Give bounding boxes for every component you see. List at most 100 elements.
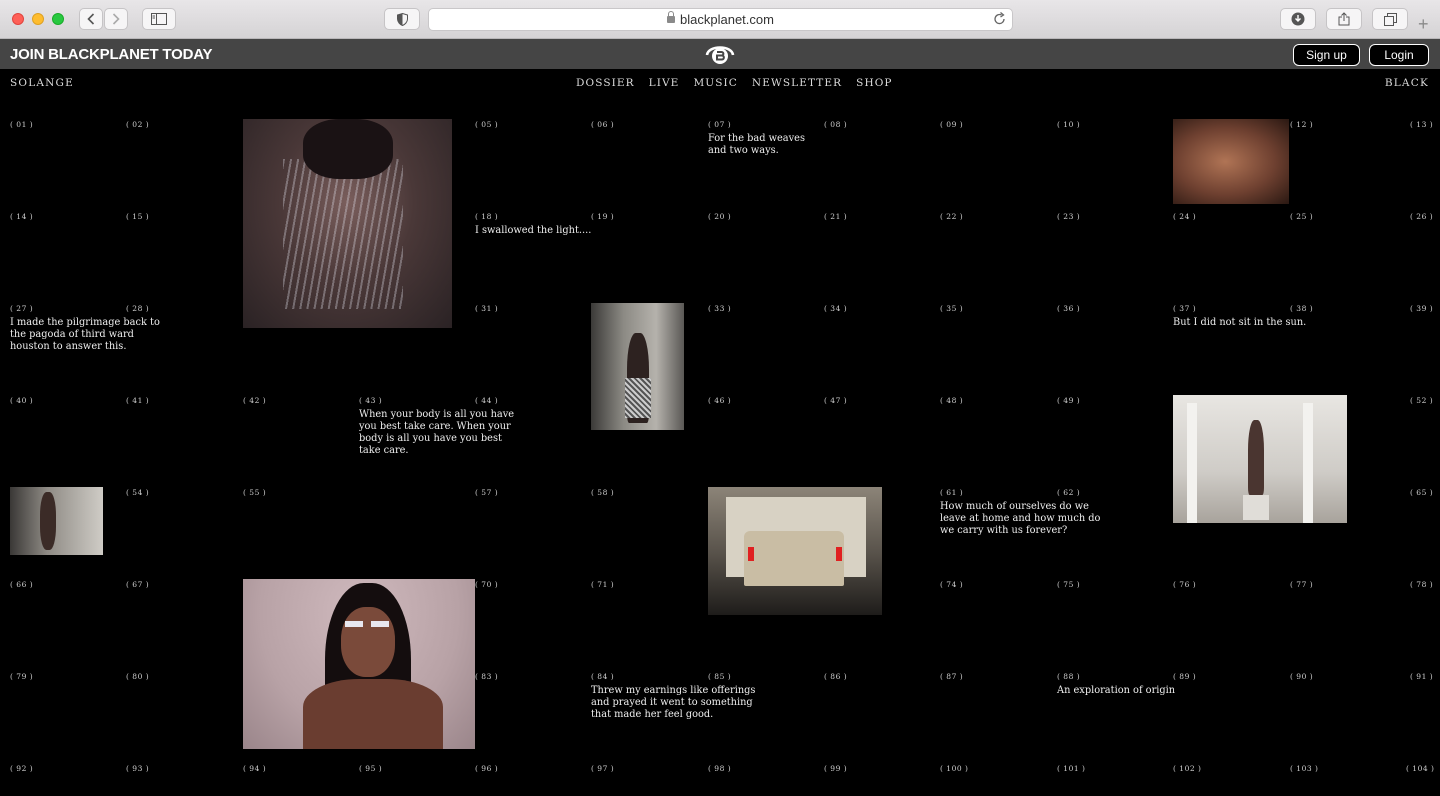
grid-number: ( 86 ): [824, 672, 848, 681]
grid-number: ( 01 ): [10, 120, 34, 129]
grid-number: ( 75 ): [1057, 580, 1081, 589]
grid-number: ( 96 ): [475, 764, 499, 773]
window-close-button[interactable]: [12, 13, 24, 25]
grid-number: ( 97 ): [591, 764, 615, 773]
photo-crystal-outfit[interactable]: [243, 119, 452, 328]
grid-number: ( 18 ): [475, 212, 499, 221]
grid-number: ( 62 ): [1057, 488, 1081, 497]
grid-number: ( 34 ): [824, 304, 848, 313]
grid-number: ( 90 ): [1290, 672, 1314, 681]
grid-number: ( 57 ): [475, 488, 499, 497]
grid-number: ( 05 ): [475, 120, 499, 129]
grid-number: ( 42 ): [243, 396, 267, 405]
grid-number: ( 47 ): [824, 396, 848, 405]
grid-number: ( 95 ): [359, 764, 383, 773]
grid-number: ( 77 ): [1290, 580, 1314, 589]
grid-number: ( 14 ): [10, 212, 34, 221]
blackplanet-logo-icon[interactable]: [704, 43, 736, 65]
back-button[interactable]: [79, 8, 103, 30]
caption-18[interactable]: I swallowed the light....: [475, 225, 591, 237]
nav-item-newsletter[interactable]: NEWSLETTER: [752, 77, 842, 89]
tabs-icon: [1383, 12, 1397, 26]
grid-number: ( 08 ): [824, 120, 848, 129]
lock-icon: [667, 11, 676, 23]
grid-number: ( 26 ): [1410, 212, 1434, 221]
forward-button[interactable]: [104, 8, 128, 30]
grid-number: ( 102 ): [1173, 764, 1202, 773]
nav-item-dossier[interactable]: DOSSIER: [576, 77, 635, 89]
grid-number: ( 27 ): [10, 304, 34, 313]
site-brand-black[interactable]: BLACK: [1385, 77, 1429, 89]
caption-88[interactable]: An exploration of origin: [1057, 685, 1175, 697]
grid-number: ( 49 ): [1057, 396, 1081, 405]
grid-number: ( 87 ): [940, 672, 964, 681]
grid-number: ( 41 ): [126, 396, 150, 405]
grid-number: ( 99 ): [824, 764, 848, 773]
photo-pedestal-pose[interactable]: [1173, 395, 1347, 523]
caption-61[interactable]: How much of ourselves do we leave at hom…: [940, 501, 1105, 537]
caption-07[interactable]: For the bad weaves and two ways.: [708, 133, 818, 157]
grid-number: ( 61 ): [940, 488, 964, 497]
grid-number: ( 85 ): [708, 672, 732, 681]
grid-number: ( 74 ): [940, 580, 964, 589]
sign-up-button[interactable]: Sign up: [1293, 44, 1360, 66]
tab-overview-button[interactable]: [1372, 8, 1408, 30]
grid-number: ( 92 ): [10, 764, 34, 773]
downloads-button[interactable]: [1280, 8, 1316, 30]
grid-number: ( 70 ): [475, 580, 499, 589]
login-button[interactable]: Login: [1369, 44, 1429, 66]
share-button[interactable]: [1326, 8, 1362, 30]
grid-number: ( 67 ): [126, 580, 150, 589]
photo-standing-doorway[interactable]: [591, 303, 684, 430]
site-brand-solange[interactable]: SOLANGE: [10, 77, 74, 89]
grid-number: ( 98 ): [708, 764, 732, 773]
photo-portrait-jewels[interactable]: [243, 579, 475, 749]
grid-number: ( 19 ): [591, 212, 615, 221]
grid-number: ( 65 ): [1410, 488, 1434, 497]
grid-number: ( 22 ): [940, 212, 964, 221]
grid-number: ( 48 ): [940, 396, 964, 405]
sidebar-toggle-button[interactable]: [142, 8, 176, 30]
photo-car-pose[interactable]: [10, 487, 103, 555]
grid-number: ( 76 ): [1173, 580, 1197, 589]
grid-number: ( 10 ): [1057, 120, 1081, 129]
caption-27[interactable]: I made the pilgrimage back to the pagoda…: [10, 317, 170, 353]
grid-number: ( 66 ): [10, 580, 34, 589]
browser-toolbar: blackplanet.com +: [0, 0, 1440, 39]
grid-number: ( 91 ): [1410, 672, 1434, 681]
photo-vintage-car[interactable]: [708, 487, 882, 615]
grid-number: ( 78 ): [1410, 580, 1434, 589]
download-icon: [1291, 12, 1305, 26]
nav-item-music[interactable]: MUSIC: [693, 77, 737, 89]
join-banner: JOIN BLACKPLANET TODAY Sign up Login: [0, 39, 1440, 69]
grid-number: ( 25 ): [1290, 212, 1314, 221]
grid-number: ( 39 ): [1410, 304, 1434, 313]
chevron-left-icon: [87, 13, 95, 25]
caption-43[interactable]: When your body is all you have you best …: [359, 409, 524, 457]
grid-number: ( 28 ): [126, 304, 150, 313]
window-zoom-button[interactable]: [52, 13, 64, 25]
grid-number: ( 09 ): [940, 120, 964, 129]
window-minimize-button[interactable]: [32, 13, 44, 25]
photo-closeup-neck[interactable]: [1173, 119, 1289, 204]
privacy-report-button[interactable]: [384, 8, 420, 30]
grid-number: ( 12 ): [1290, 120, 1314, 129]
nav-item-live[interactable]: LIVE: [649, 77, 680, 89]
grid-number: ( 35 ): [940, 304, 964, 313]
grid-number: ( 02 ): [126, 120, 150, 129]
reload-icon[interactable]: [993, 12, 1006, 26]
grid-number: ( 24 ): [1173, 212, 1197, 221]
grid-number: ( 100 ): [940, 764, 969, 773]
caption-84[interactable]: Threw my earnings like offerings and pra…: [591, 685, 761, 721]
grid-number: ( 33 ): [708, 304, 732, 313]
grid-number: ( 88 ): [1057, 672, 1081, 681]
grid-number: ( 20 ): [708, 212, 732, 221]
grid-number: ( 52 ): [1410, 396, 1434, 405]
grid-number: ( 94 ): [243, 764, 267, 773]
new-tab-button[interactable]: +: [1418, 14, 1429, 35]
nav-item-shop[interactable]: SHOP: [856, 77, 892, 89]
grid-number: ( 46 ): [708, 396, 732, 405]
grid-number: ( 06 ): [591, 120, 615, 129]
caption-37[interactable]: But I did not sit in the sun.: [1173, 317, 1333, 329]
address-bar[interactable]: blackplanet.com: [428, 8, 1013, 31]
